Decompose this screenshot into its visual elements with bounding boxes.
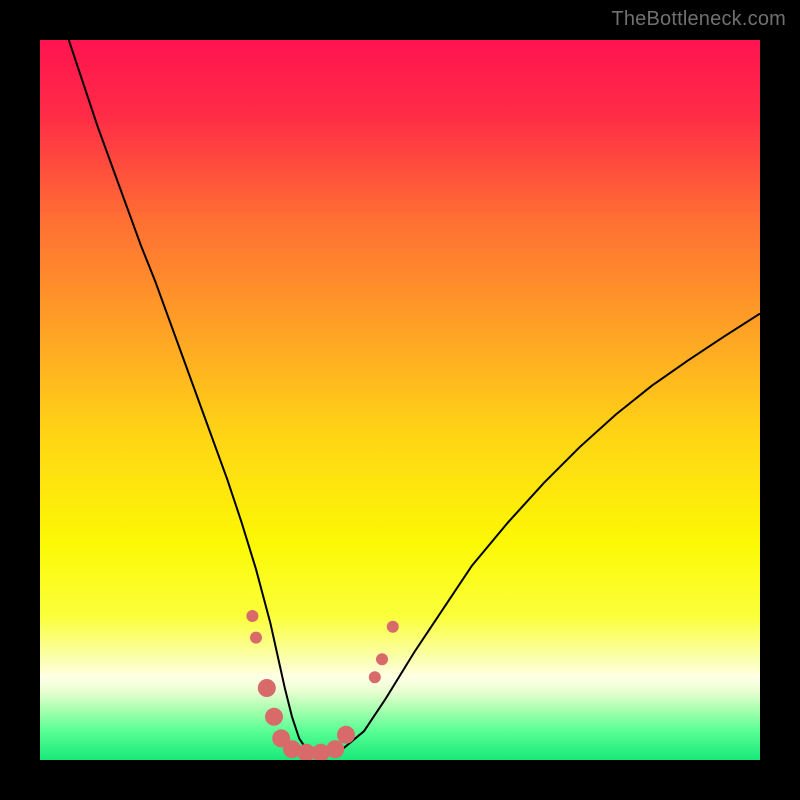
marker-point xyxy=(246,610,258,622)
curve-layer xyxy=(40,40,760,760)
marker-point xyxy=(250,632,262,644)
marker-point xyxy=(369,671,381,683)
marker-group xyxy=(246,610,398,760)
marker-point xyxy=(387,621,399,633)
marker-point xyxy=(326,740,344,758)
marker-point xyxy=(376,653,388,665)
bottleneck-curve xyxy=(69,40,760,753)
marker-point xyxy=(265,708,283,726)
watermark-text: TheBottleneck.com xyxy=(611,8,786,31)
chart-frame: TheBottleneck.com xyxy=(0,0,800,800)
marker-point xyxy=(258,679,276,697)
plot-area xyxy=(40,40,760,760)
marker-point xyxy=(337,726,355,744)
